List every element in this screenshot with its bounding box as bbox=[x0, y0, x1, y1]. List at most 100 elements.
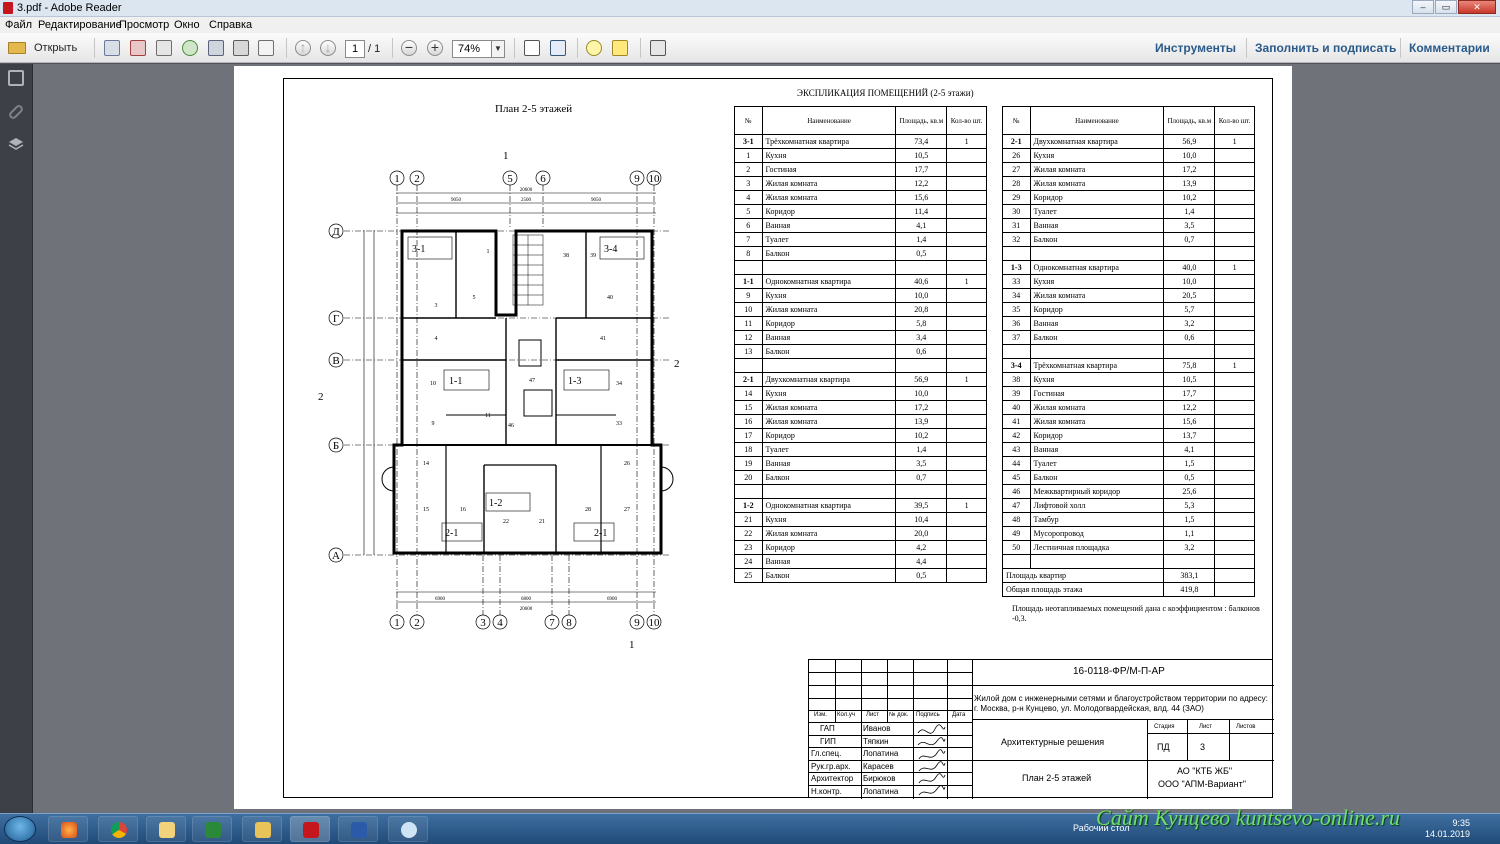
table-row: 47 Лифтовой холл 5,3 bbox=[1002, 498, 1255, 513]
taskbar-adobe-reader[interactable] bbox=[290, 816, 330, 842]
table-row: 27 Жилая комната 17,2 bbox=[1002, 162, 1255, 177]
room-area: 15,6 bbox=[1163, 414, 1216, 429]
row-number: 32 bbox=[1002, 232, 1031, 247]
taskbar-mail[interactable] bbox=[146, 816, 186, 842]
save-icon[interactable] bbox=[208, 40, 224, 56]
room-count bbox=[946, 344, 987, 359]
col-head: Кол.уч bbox=[837, 712, 855, 718]
row-number: 33 bbox=[1002, 274, 1031, 289]
fit-width-icon[interactable] bbox=[550, 40, 566, 56]
room-name: Туалет bbox=[1029, 456, 1165, 471]
room-count bbox=[1214, 148, 1255, 163]
page-number-input[interactable] bbox=[345, 40, 365, 58]
room-number: 5 bbox=[473, 295, 476, 301]
toolbar-separator bbox=[1246, 38, 1247, 58]
zoom-level-input[interactable] bbox=[452, 40, 492, 58]
fit-page-icon[interactable] bbox=[524, 40, 540, 56]
section-mark: 2 bbox=[318, 391, 324, 403]
row-number: 6 bbox=[734, 218, 763, 233]
create-pdf-icon[interactable] bbox=[104, 40, 120, 56]
row-number: 1-1 bbox=[734, 274, 763, 289]
room-area: 3,2 bbox=[1163, 316, 1216, 331]
room-name bbox=[761, 358, 897, 373]
room-name: Балкон bbox=[761, 344, 897, 359]
dimension-label: 20600 bbox=[520, 188, 533, 193]
upload-cloud-icon[interactable] bbox=[182, 40, 198, 56]
comments-panel-link[interactable]: Комментарии bbox=[1409, 39, 1490, 57]
taskbar-paint[interactable] bbox=[388, 816, 428, 842]
room-name: Гостиная bbox=[1029, 386, 1165, 401]
start-orb-icon[interactable] bbox=[4, 816, 36, 842]
room-count: 1 bbox=[946, 274, 987, 289]
column-header: Площадь, кв.м bbox=[1163, 106, 1216, 135]
maximize-button[interactable]: ▭ bbox=[1435, 0, 1457, 14]
comment-bubble-icon[interactable] bbox=[586, 40, 602, 56]
row-number: 36 bbox=[1002, 316, 1031, 331]
room-count bbox=[946, 414, 987, 429]
taskbar-word[interactable] bbox=[338, 816, 378, 842]
room-area: 3,2 bbox=[1163, 540, 1216, 555]
highlight-pen-icon[interactable] bbox=[612, 40, 628, 56]
room-number: 39 bbox=[590, 253, 596, 259]
taskbar-excel[interactable] bbox=[192, 816, 232, 842]
menu-edit[interactable]: Редактирование bbox=[38, 17, 122, 33]
menu-view[interactable]: Просмотр bbox=[119, 17, 169, 33]
close-button[interactable]: ✕ bbox=[1458, 0, 1496, 14]
minimize-button[interactable]: – bbox=[1412, 0, 1434, 14]
chevron-down-icon[interactable]: ▼ bbox=[491, 40, 505, 58]
row-number: 23 bbox=[734, 540, 763, 555]
col-head: Лист bbox=[866, 712, 880, 718]
room-count bbox=[1214, 288, 1255, 303]
room-count: 1 bbox=[946, 498, 987, 513]
row-number: 48 bbox=[1002, 512, 1031, 527]
combine-pdf-icon[interactable] bbox=[130, 40, 146, 56]
room-count bbox=[1214, 246, 1255, 261]
room-area: 1,4 bbox=[895, 442, 948, 457]
row-number: 26 bbox=[1002, 148, 1031, 163]
table-row: 38 Кухня 10,5 bbox=[1002, 372, 1255, 387]
summary-row: Общая площадь этажа 419,8 bbox=[1001, 582, 1255, 597]
room-name: Тамбур bbox=[1029, 512, 1165, 527]
row-number: 15 bbox=[734, 400, 763, 415]
room-name: Ванная bbox=[761, 554, 897, 569]
role-label: ГИП bbox=[820, 737, 836, 746]
page-thumbnails-icon[interactable] bbox=[8, 70, 24, 86]
tools-panel-link[interactable]: Инструменты bbox=[1155, 39, 1236, 57]
zoom-out-icon[interactable]: − bbox=[401, 40, 417, 56]
room-number: 27 bbox=[624, 507, 630, 513]
taskbar-chrome[interactable] bbox=[98, 816, 138, 842]
room-count bbox=[946, 358, 987, 373]
row-number: 13 bbox=[734, 344, 763, 359]
dimension-label: 6900 bbox=[607, 597, 618, 602]
open-button[interactable]: Открыть bbox=[6, 39, 86, 57]
main-toolbar: Открыть ↑ ↓ / 1 − + ▼ Инструменты Заполн… bbox=[0, 33, 1500, 63]
column-header: Площадь, кв.м bbox=[895, 106, 948, 135]
edit-pdf-icon[interactable] bbox=[156, 40, 172, 56]
row-number: 1-3 bbox=[1002, 260, 1031, 275]
fullscreen-icon[interactable] bbox=[650, 40, 666, 56]
grid-label-bottom: 1 bbox=[394, 617, 400, 629]
dimension-label: 2500 bbox=[521, 198, 532, 203]
room-count: 1 bbox=[946, 372, 987, 387]
attachments-paperclip-icon[interactable] bbox=[7, 103, 25, 121]
print-icon[interactable] bbox=[233, 40, 249, 56]
system-clock[interactable]: 9:35 14.01.2019 bbox=[1425, 818, 1470, 840]
fill-sign-panel-link[interactable]: Заполнить и подписать bbox=[1255, 39, 1396, 57]
room-count bbox=[1214, 330, 1255, 345]
zoom-in-icon[interactable]: + bbox=[427, 40, 443, 56]
room-name: Коридор bbox=[761, 316, 897, 331]
menu-file[interactable]: Файл bbox=[5, 17, 32, 33]
next-page-icon[interactable]: ↓ bbox=[320, 40, 336, 56]
dimension-label: 20600 bbox=[520, 607, 533, 612]
taskbar-explorer[interactable] bbox=[242, 816, 282, 842]
layers-icon[interactable] bbox=[8, 136, 24, 152]
grid-label-bottom: 3 bbox=[480, 617, 486, 629]
menu-help[interactable]: Справка bbox=[209, 17, 252, 33]
email-icon[interactable] bbox=[258, 40, 274, 56]
previous-page-icon[interactable]: ↑ bbox=[295, 40, 311, 56]
menu-window[interactable]: Окно bbox=[174, 17, 200, 33]
taskbar-firefox[interactable] bbox=[48, 816, 88, 842]
room-name: Туалет bbox=[761, 442, 897, 457]
row-number: 18 bbox=[734, 442, 763, 457]
row-number: 30 bbox=[1002, 204, 1031, 219]
